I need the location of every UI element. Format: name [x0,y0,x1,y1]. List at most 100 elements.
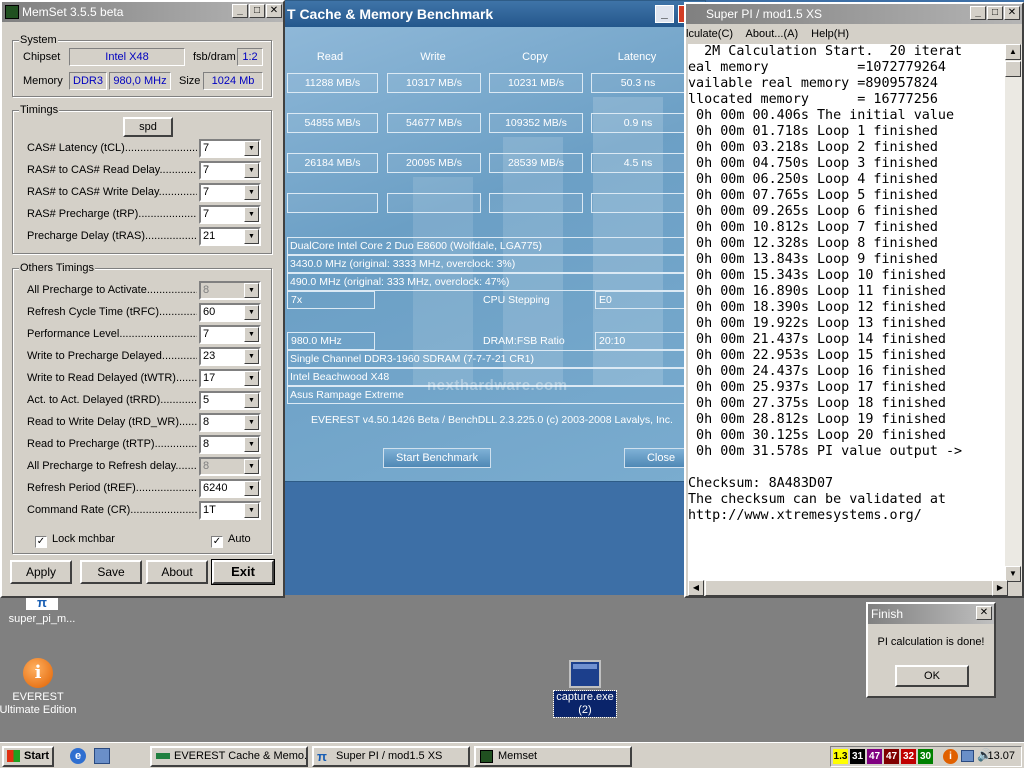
horizontal-scrollbar[interactable]: ◀ ▶ [688,580,1008,596]
timing-dropdown[interactable]: 8 ▼ [199,435,261,454]
timing-dropdown[interactable]: 21 ▼ [199,227,261,246]
tray-monitor-value[interactable]: 47 [884,749,899,764]
scroll-right-icon[interactable]: ▶ [992,580,1008,596]
timing-dropdown[interactable]: 7 ▼ [199,161,261,180]
output-line: eal memory =1072779264 [688,60,946,75]
chevron-down-icon[interactable]: ▼ [244,459,259,474]
timing-dropdown[interactable]: 1T ▼ [199,501,261,520]
menu-about[interactable]: About...(A) [746,28,799,40]
chevron-down-icon[interactable]: ▼ [244,393,259,408]
memory-copy-value: 10231 MB/s [489,73,583,93]
chevron-down-icon[interactable]: ▼ [244,163,259,178]
superpi-app-icon: π [26,596,58,610]
timing-dropdown[interactable]: 6240 ▼ [199,479,261,498]
memset-titlebar[interactable]: MemSet 3.5.5 beta _ □ ✕ [2,2,283,22]
maximize-button[interactable]: □ [249,4,265,18]
output-line: 0h 00m 24.437s Loop 16 finished [688,364,946,379]
close-button[interactable]: ✕ [266,4,282,18]
taskbar-item-everest[interactable]: EVEREST Cache & Memo... [150,746,308,767]
l1-latency-value: 0.9 ns [591,113,685,133]
lock-mchbar-checkbox[interactable]: ✓ Lock mchbar [35,533,115,548]
memory-read-value: 11288 MB/s [287,73,378,93]
timing-dropdown[interactable]: 7 ▼ [199,325,261,344]
tray-monitor-value[interactable]: 32 [901,749,916,764]
chevron-down-icon[interactable]: ▼ [244,481,259,496]
timing-label: Performance Level.......................… [27,328,197,340]
chevron-down-icon[interactable]: ▼ [244,283,259,298]
scroll-up-icon[interactable]: ▲ [1005,44,1021,60]
chevron-down-icon[interactable]: ▼ [244,371,259,386]
spd-button[interactable]: spd [123,117,173,137]
scroll-left-icon[interactable]: ◀ [688,580,704,596]
timing-dropdown[interactable]: 23 ▼ [199,347,261,366]
output-line: 0h 00m 25.937s Loop 17 finished [688,380,946,395]
timing-dropdown[interactable]: 7 ▼ [199,139,261,158]
chevron-down-icon[interactable]: ▼ [244,349,259,364]
start-benchmark-button[interactable]: Start Benchmark [383,448,491,468]
chevron-down-icon[interactable]: ▼ [244,207,259,222]
output-line: 0h 00m 09.265s Loop 6 finished [688,204,938,219]
dropdown-value: 1T [203,504,216,516]
close-button[interactable]: ✕ [976,606,992,620]
tray-monitor-value[interactable]: 1.3 [833,749,848,764]
desktop-icon-label: EVEREST Ultimate Edition [0,691,77,716]
chevron-down-icon[interactable]: ▼ [244,437,259,452]
superpi-menubar: lculate(C) About...(A) Help(H) [686,24,1022,44]
minimize-button[interactable]: _ [970,6,986,20]
info-icon[interactable]: i [943,749,958,764]
timing-dropdown[interactable]: 60 ▼ [199,303,261,322]
desktop-icon-label: capture.exe (2) [553,690,617,718]
task-label: Memset [498,750,538,762]
superpi-task-icon: π [317,749,327,764]
everest-titlebar[interactable]: T Cache & Memory Benchmark _ ✕ [283,1,705,27]
timing-label: RAS# to CAS# Read Delay.............. [27,164,197,176]
tray-monitor-value[interactable]: 31 [850,749,865,764]
timing-dropdown[interactable]: 8 ▼ [199,413,261,432]
chevron-down-icon[interactable]: ▼ [244,185,259,200]
minimize-button[interactable]: _ [655,5,674,23]
group-label: Others Timings [19,262,95,274]
start-button[interactable]: Start [2,746,54,767]
output-line: 0h 00m 19.922s Loop 13 finished [688,316,946,331]
finish-titlebar[interactable]: Finish ✕ [868,604,994,624]
column-header-write: Write [420,51,446,63]
chevron-down-icon[interactable]: ▼ [244,305,259,320]
desktop-icon-capture[interactable]: capture.exe (2) [543,660,627,718]
menu-help[interactable]: Help(H) [811,28,849,40]
superpi-titlebar[interactable]: Super PI / mod1.5 XS _ □ ✕ [686,4,1022,24]
cpu-fsb: 490.0 MHz (original: 333 MHz, overclock:… [287,273,687,291]
chevron-down-icon[interactable]: ▼ [244,503,259,518]
about-button[interactable]: About [146,560,208,584]
ok-button[interactable]: OK [895,665,969,687]
tray-monitor-value[interactable]: 30 [918,749,933,764]
timing-dropdown[interactable]: 7 ▼ [199,183,261,202]
close-button[interactable]: ✕ [1004,6,1020,20]
maximize-button[interactable]: □ [987,6,1003,20]
timing-dropdown[interactable]: 7 ▼ [199,205,261,224]
chevron-down-icon[interactable]: ▼ [244,141,259,156]
menu-calculate[interactable]: lculate(C) [686,28,733,40]
taskbar-item-superpi[interactable]: π Super PI / mod1.5 XS [312,746,470,767]
vertical-scrollbar[interactable]: ▲ ▼ [1005,44,1022,582]
memset-window: MemSet 3.5.5 beta _ □ ✕ System Chipset I… [0,0,285,598]
desktop-icon-everest[interactable]: i EVEREST Ultimate Edition [0,658,80,717]
scroll-thumb[interactable] [705,580,995,596]
l3-latency-value [591,193,685,213]
timing-dropdown[interactable]: 5 ▼ [199,391,261,410]
chevron-down-icon[interactable]: ▼ [244,415,259,430]
tray-monitor-value[interactable]: 47 [867,749,882,764]
desktop-icon-superpi[interactable]: π super_pi_m... [0,596,84,626]
save-button[interactable]: Save [80,560,142,584]
ie-icon[interactable]: e [70,748,86,764]
scroll-thumb[interactable] [1005,61,1021,77]
chevron-down-icon[interactable]: ▼ [244,229,259,244]
exit-button[interactable]: Exit [211,559,275,585]
taskbar-item-memset[interactable]: Memset [474,746,632,767]
minimize-button[interactable]: _ [232,4,248,18]
auto-checkbox[interactable]: ✓ Auto [211,533,251,548]
chevron-down-icon[interactable]: ▼ [244,327,259,342]
explorer-icon[interactable] [94,748,110,764]
apply-button[interactable]: Apply [10,560,72,584]
network-icon[interactable] [961,750,974,762]
timing-dropdown[interactable]: 17 ▼ [199,369,261,388]
